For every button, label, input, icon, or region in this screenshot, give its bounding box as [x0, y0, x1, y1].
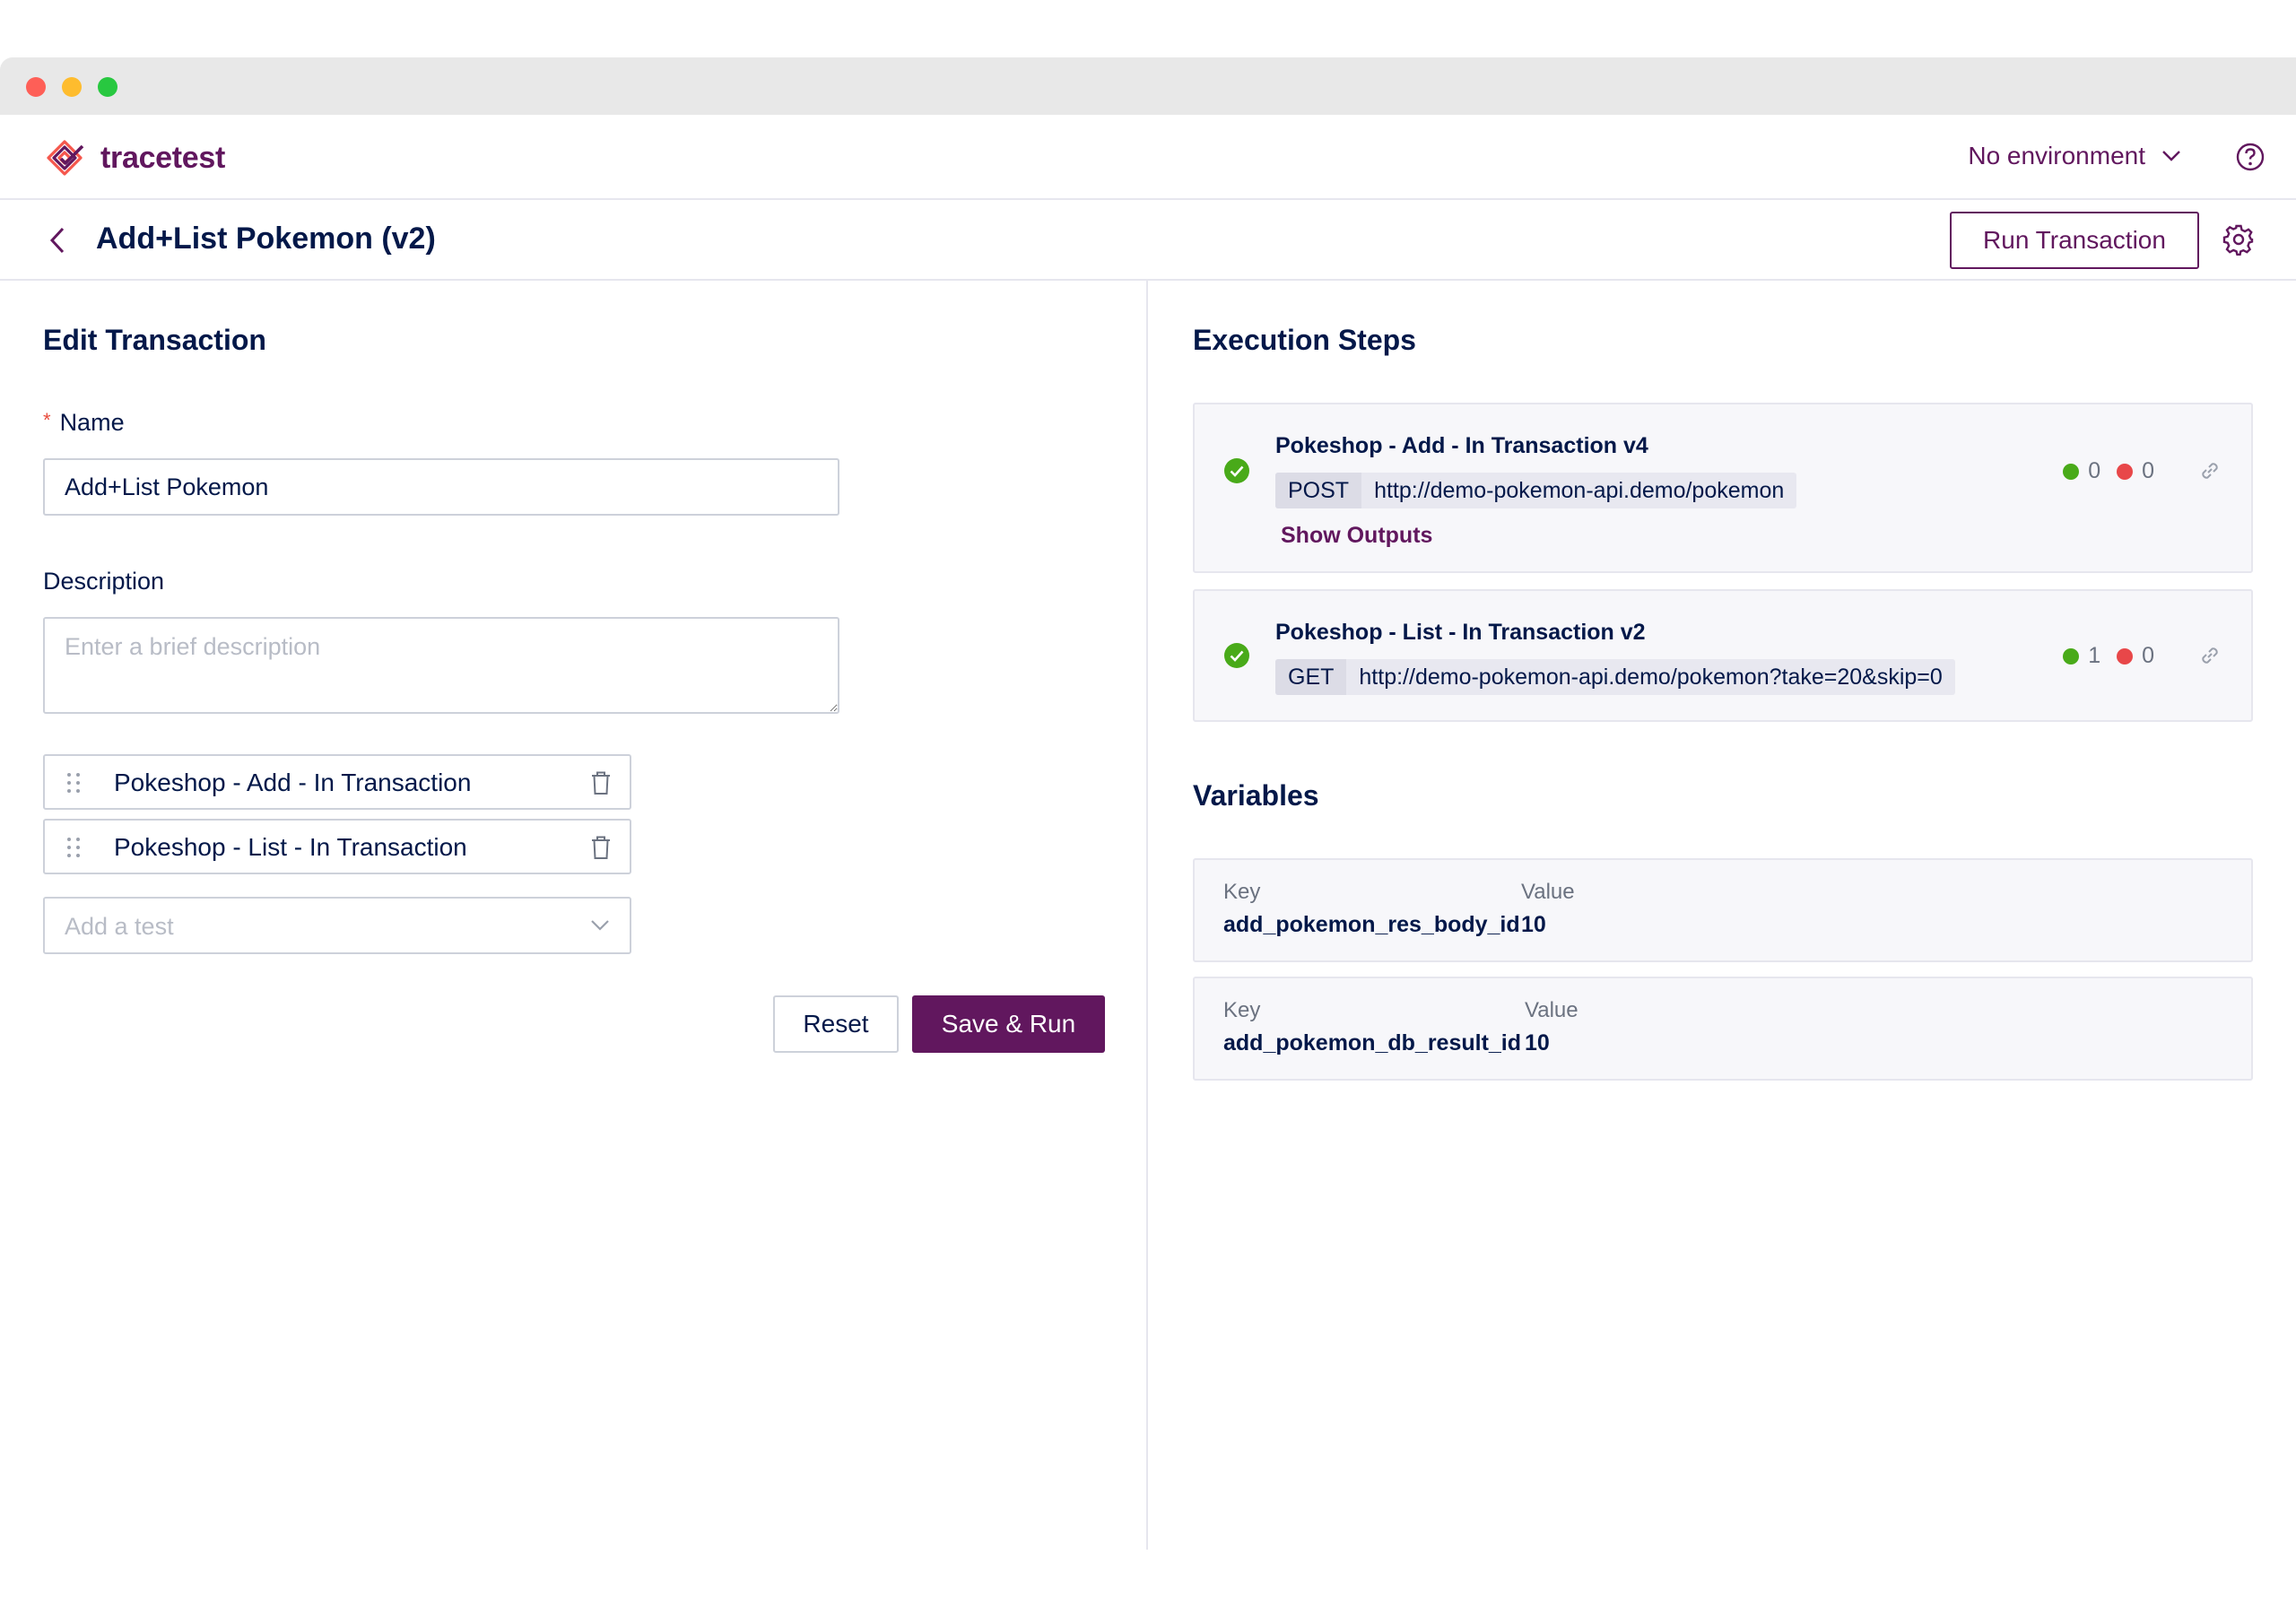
gear-icon[interactable]	[2222, 223, 2255, 256]
app-header: tracetest No environment	[0, 115, 2296, 200]
variable-value: 10	[1525, 1030, 1550, 1055]
chevron-down-icon	[2162, 151, 2180, 161]
save-and-run-button[interactable]: Save & Run	[912, 995, 1105, 1053]
name-label: * Name	[43, 409, 125, 437]
drag-handle-icon[interactable]	[66, 837, 81, 858]
http-method-badge: GET	[1275, 659, 1347, 695]
check-circle-icon	[1224, 643, 1249, 668]
execution-step-card[interactable]: Pokeshop - Add - In Transaction v4 POST …	[1193, 403, 2253, 573]
name-input[interactable]	[43, 458, 839, 516]
close-window-button[interactable]	[26, 77, 46, 97]
execution-step-card[interactable]: Pokeshop - List - In Transaction v2 GET …	[1193, 589, 2253, 722]
required-mark: *	[43, 409, 51, 431]
test-item-label: Pokeshop - List - In Transaction	[114, 833, 467, 861]
execution-panel: Execution Steps Pokeshop - Add - In Tran…	[1150, 281, 2296, 1550]
back-arrow-icon[interactable]	[45, 225, 72, 256]
run-transaction-button[interactable]: Run Transaction	[1950, 212, 2199, 269]
request-url: http://demo-pokemon-api.demo/pokemon?tak…	[1359, 664, 1943, 690]
passed-dot	[2063, 647, 2080, 665]
http-method-badge: POST	[1275, 473, 1362, 508]
failed-count: 0	[2142, 458, 2154, 483]
description-textarea[interactable]	[43, 617, 839, 714]
test-item-label: Pokeshop - Add - In Transaction	[114, 769, 472, 796]
page-title: Add+List Pokemon (v2)	[96, 222, 436, 256]
execution-steps-heading: Execution Steps	[1193, 324, 1416, 356]
edit-transaction-heading: Edit Transaction	[43, 324, 266, 356]
trash-icon[interactable]	[590, 835, 612, 860]
check-circle-icon	[1224, 458, 1249, 483]
link-icon[interactable]	[2197, 643, 2222, 668]
add-test-placeholder: Add a test	[65, 913, 174, 940]
variable-value-label: Value	[1525, 998, 1578, 1022]
variable-value: 10	[1521, 912, 1546, 937]
chevron-down-icon	[591, 920, 609, 931]
variable-row: Key add_pokemon_res_body_id Value 10	[1193, 858, 2253, 962]
minimize-window-button[interactable]	[62, 77, 82, 97]
variable-key: add_pokemon_res_body_id	[1223, 912, 1520, 937]
environment-label: No environment	[1968, 142, 2145, 169]
failed-dot	[2117, 647, 2134, 665]
maximize-window-button[interactable]	[98, 77, 117, 97]
help-icon[interactable]	[2235, 142, 2266, 172]
environment-selector[interactable]: No environment	[1968, 142, 2181, 170]
show-outputs-link[interactable]: Show Outputs	[1281, 523, 1432, 549]
assertion-counts: 0 0	[2063, 458, 2154, 484]
name-label-text: Name	[59, 409, 125, 436]
step-title: Pokeshop - List - In Transaction v2	[1275, 620, 1646, 645]
request-summary: GET http://demo-pokemon-api.demo/pokemon…	[1275, 659, 1955, 695]
step-title: Pokeshop - Add - In Transaction v4	[1275, 433, 1648, 458]
add-test-select[interactable]: Add a test	[43, 897, 631, 954]
passed-count: 1	[2088, 643, 2101, 668]
variable-key-label: Key	[1223, 880, 1261, 904]
variable-key: add_pokemon_db_result_id	[1223, 1030, 1522, 1055]
request-url: http://demo-pokemon-api.demo/pokemon	[1374, 477, 1785, 503]
link-icon[interactable]	[2197, 458, 2222, 483]
request-summary: POST http://demo-pokemon-api.demo/pokemo…	[1275, 473, 1797, 508]
assertion-counts: 1 0	[2063, 643, 2154, 669]
reset-button[interactable]: Reset	[773, 995, 899, 1053]
page-titlebar: Add+List Pokemon (v2) Run Transaction	[0, 200, 2296, 281]
passed-dot	[2063, 463, 2080, 480]
variables-heading: Variables	[1193, 779, 1319, 812]
failed-dot	[2117, 463, 2134, 480]
window-titlebar	[0, 57, 2296, 115]
variable-value-label: Value	[1521, 880, 1575, 904]
description-label: Description	[43, 568, 165, 595]
failed-count: 0	[2142, 643, 2154, 668]
drag-handle-icon[interactable]	[66, 772, 81, 794]
variable-row: Key add_pokemon_db_result_id Value 10	[1193, 977, 2253, 1081]
trash-icon[interactable]	[590, 770, 612, 795]
brand-logo[interactable]: tracetest	[43, 136, 225, 179]
passed-count: 0	[2088, 458, 2101, 483]
edit-transaction-panel: Edit Transaction * Name Description Pokes…	[0, 281, 1148, 1550]
test-list-item[interactable]: Pokeshop - Add - In Transaction	[43, 754, 631, 810]
brand-name: tracetest	[100, 140, 226, 175]
test-list-item[interactable]: Pokeshop - List - In Transaction	[43, 819, 631, 874]
variable-key-label: Key	[1223, 998, 1261, 1022]
tracetest-logo-icon	[47, 140, 84, 176]
